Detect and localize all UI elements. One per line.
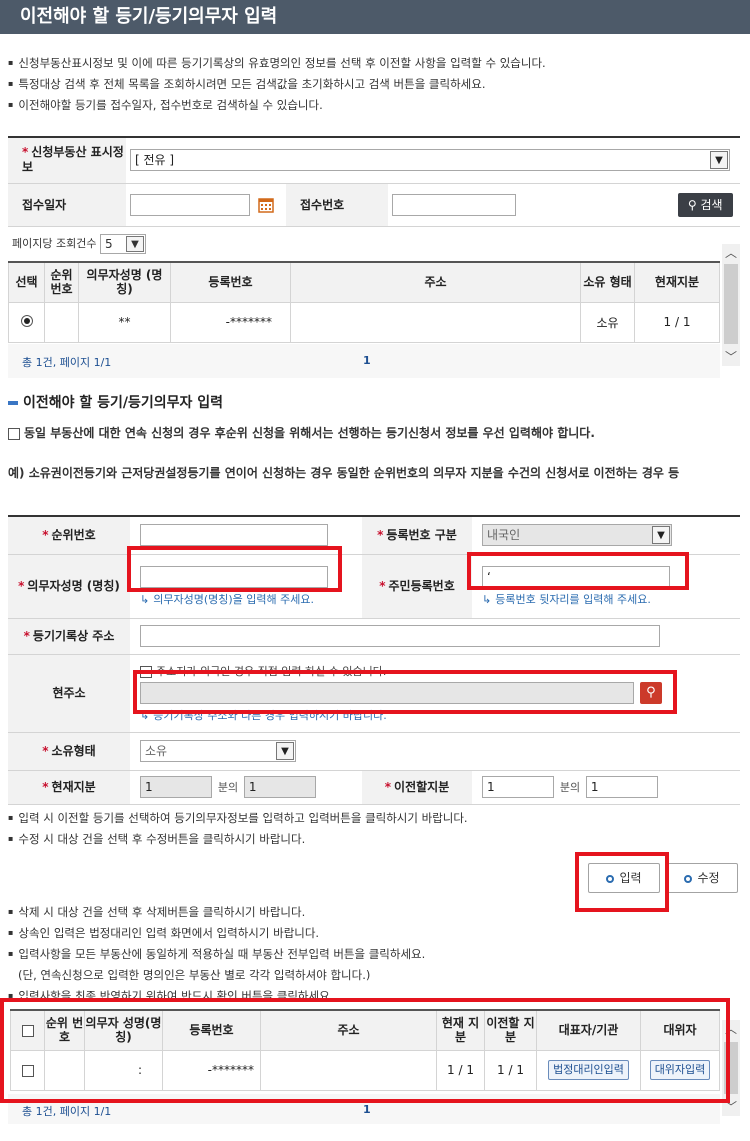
current-share-label: * 현재지분 (8, 770, 130, 805)
rank-no-label: * 순위번호 (8, 516, 130, 555)
obligor-name-hint: ↳ 의무자성명(명칭)을 입력해 주세요. (140, 592, 314, 606)
receipt-date-input[interactable] (130, 193, 250, 216)
mid-notes: 입력 시 이전할 등기를 선택하여 등기의무자정보를 입력하고 입력버튼을 클릭… (8, 808, 468, 850)
col-header: 소유 형태 (580, 261, 635, 303)
obligor-name-label: * 의무자성명 (명칭) (8, 554, 130, 619)
section-title: 이전해야 할 등기/등기의무자 입력 (8, 392, 223, 412)
search-icon: ⚲ (687, 197, 697, 212)
note-item: 입력사항을 모든 부동산에 동일하게 적용하실 때 부동산 전부입력 버튼을 클… (8, 944, 425, 965)
cell-name: ** (78, 301, 171, 343)
current-address-label: 현주소 (8, 654, 130, 733)
note-item: 수정 시 대상 건을 선택 후 수정버튼을 클릭하시기 바랍니다. (8, 829, 468, 850)
note-item: 이전해야할 등기를 접수일자, 접수번호로 검색하실 수 있습니다. (8, 95, 546, 116)
ownership-label: * 소유형태 (8, 732, 130, 771)
record-address-label: * 등기기록상 주소 (8, 618, 130, 655)
col-header: 선택 (8, 261, 45, 303)
per-page: 페이지당 조회건수 5 ▼ (12, 234, 146, 254)
property-select[interactable]: [ 전유 ] ▼ (130, 149, 730, 172)
note-item: 특정대상 검색 후 전체 목록을 조회하시려면 모든 검색값을 초기화하시고 검… (8, 74, 546, 95)
highlight-bottom-grid (0, 998, 730, 1103)
intro-notes: 신청부동산표시정보 및 이에 따른 등기기록상의 유효명의인 정보를 선택 후 … (8, 53, 546, 116)
cell-address (290, 301, 581, 343)
page-link[interactable]: 1 (363, 354, 371, 367)
reg-type-select[interactable]: 내국인 ▼ (482, 524, 672, 547)
top-pager: 총 1건, 페이지 1/1 1 (8, 344, 720, 378)
transfer-share-label: * 이전할지분 (362, 770, 472, 805)
highlight-obligor-name (127, 546, 342, 592)
chevron-down-icon: ▼ (276, 742, 294, 760)
scroll-thumb[interactable] (724, 264, 738, 344)
current-share-den: 1 (243, 776, 316, 798)
highlight-current-address (133, 670, 677, 714)
search-form: * 신청부동산 표시정보 [ 전유 ] ▼ 접수일자 접수번호 ⚲ 검색 (8, 136, 740, 227)
col-header: 순위 번호 (44, 261, 79, 303)
chevron-down-icon: ▼ (652, 526, 670, 545)
cell-share: 1 / 1 (634, 301, 720, 343)
top-grid: 선택 순위 번호 의무자성명 (명칭) 등록번호 주소 소유 형태 현재지분 *… (8, 261, 720, 343)
low-notes: 삭제 시 대상 건을 선택 후 삭제버튼을 클릭하시기 바랍니다. 상속인 입력… (8, 902, 425, 1000)
chevron-down-icon: ▼ (125, 236, 144, 252)
page-title: 이전해야 할 등기/등기의무자 입력 (0, 0, 750, 34)
ownership-select[interactable]: 소유 ▼ (140, 740, 296, 762)
top-grid-scrollbar[interactable]: ︿ ﹀ (722, 244, 740, 366)
col-header: 현재지분 (634, 261, 720, 303)
resident-no-label: * 주민등록번호 (362, 554, 472, 619)
search-button[interactable]: ⚲ 검색 (677, 192, 733, 217)
col-header: 의무자성명 (명칭) (78, 261, 171, 303)
receipt-no-input[interactable] (392, 194, 516, 216)
circle-icon (684, 874, 693, 883)
property-label: * 신청부동산 표시정보 (8, 137, 126, 184)
reg-type-label: * 등록번호 구분 (362, 516, 472, 555)
transfer-share-num[interactable]: 1 (482, 776, 554, 798)
scroll-down-icon[interactable]: ﹀ (722, 348, 740, 366)
page-link[interactable]: 1 (363, 1103, 371, 1116)
chevron-down-icon: ▼ (710, 151, 728, 170)
receipt-no-label: 접수번호 (286, 183, 388, 227)
row-radio[interactable] (8, 301, 45, 343)
calendar-icon[interactable] (258, 197, 274, 213)
top-grid-summary: 총 1건, 페이지 1/1 (22, 356, 112, 369)
cell-owner-type: 소유 (580, 301, 635, 343)
note-item: 입력 시 이전할 등기를 선택하여 등기의무자정보를 입력하고 입력버튼을 클릭… (8, 808, 467, 829)
modify-button[interactable]: 수정 (666, 863, 738, 893)
section-example: 예) 소유권이전등기와 근저당권설정등기를 연이어 신청하는 경우 동일한 순위… (8, 466, 680, 480)
col-header: 주소 (290, 261, 581, 303)
note-item: (단, 연속신청으로 입력한 명의인은 부동산 별로 각각 입력하셔야 합니다.… (18, 968, 371, 982)
sequence-checkbox[interactable] (8, 427, 20, 440)
current-share-num: 1 (140, 776, 212, 798)
bottom-grid-summary: 총 1건, 페이지 1/1 (22, 1105, 112, 1118)
note-item: 삭제 시 대상 건을 선택 후 삭제버튼을 클릭하시기 바랍니다. (8, 902, 425, 923)
receipt-date-label: 접수일자 (8, 183, 126, 227)
cell-rank (44, 301, 79, 343)
col-header: 등록번호 (170, 261, 291, 303)
note-item: 신청부동산표시정보 및 이에 따른 등기기록상의 유효명의인 정보를 선택 후 … (8, 53, 545, 74)
resident-no-hint: ↳ 등록번호 뒷자리를 입력해 주세요. (482, 592, 651, 606)
note-item: 상속인 입력은 법정대리인 입력 화면에서 입력하시기 바랍니다. (8, 923, 425, 944)
table-row[interactable]: ** -******* 소유 1 / 1 (8, 301, 720, 343)
rank-no-input[interactable] (140, 524, 328, 547)
transfer-share-den[interactable]: 1 (585, 776, 658, 798)
highlight-resident-no (467, 552, 689, 590)
cell-reg-no: -******* (170, 301, 291, 343)
section-note: 동일 부동산에 대한 연속 신청의 경우 후순위 신청을 위해서는 선행하는 등… (8, 422, 733, 444)
per-page-select[interactable]: 5 ▼ (99, 234, 146, 254)
record-address-input[interactable] (140, 625, 660, 647)
scroll-up-icon[interactable]: ︿ (722, 244, 740, 262)
highlight-input-button (575, 852, 669, 912)
